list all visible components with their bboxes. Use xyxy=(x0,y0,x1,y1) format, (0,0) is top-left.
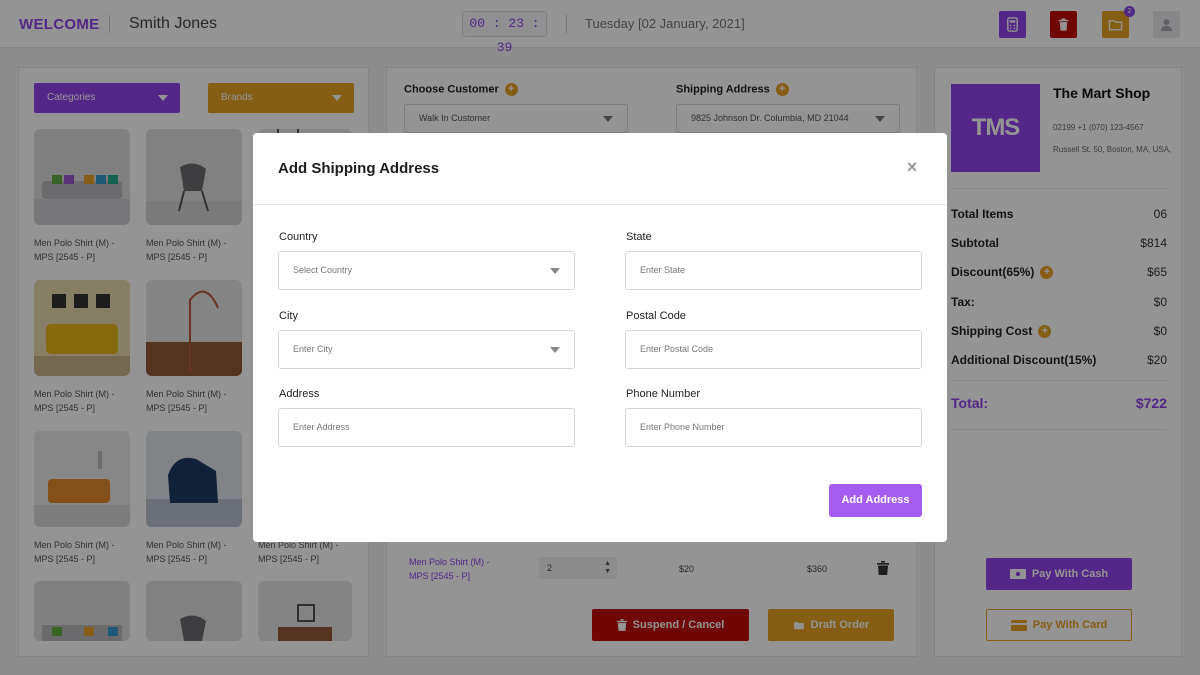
address-placeholder: Enter Address xyxy=(293,422,350,432)
city-label: City xyxy=(279,310,298,322)
modal-title: Add Shipping Address xyxy=(278,160,440,177)
city-select[interactable]: Enter City xyxy=(278,330,575,369)
address-label: Address xyxy=(279,388,320,400)
postal-code-placeholder: Enter Postal Code xyxy=(640,344,714,354)
state-input[interactable]: Enter State xyxy=(625,251,922,290)
modal-divider xyxy=(253,204,947,205)
state-label: State xyxy=(626,231,652,243)
country-select[interactable]: Select Country xyxy=(278,251,575,290)
city-placeholder: Enter City xyxy=(293,344,333,354)
add-address-button[interactable]: Add Address xyxy=(829,484,922,517)
state-placeholder: Enter State xyxy=(640,265,686,275)
country-label: Country xyxy=(279,231,318,243)
postal-code-input[interactable]: Enter Postal Code xyxy=(625,330,922,369)
chevron-down-icon xyxy=(550,347,560,353)
phone-number-placeholder: Enter Phone Number xyxy=(640,422,725,432)
chevron-down-icon xyxy=(550,268,560,274)
postal-code-label: Postal Code xyxy=(626,310,686,322)
phone-number-input[interactable]: Enter Phone Number xyxy=(625,408,922,447)
close-icon[interactable]: × xyxy=(904,158,920,176)
address-input[interactable]: Enter Address xyxy=(278,408,575,447)
country-placeholder: Select Country xyxy=(293,265,353,275)
add-shipping-address-modal: Add Shipping Address × Country Select Co… xyxy=(253,133,947,542)
phone-number-label: Phone Number xyxy=(626,388,700,400)
